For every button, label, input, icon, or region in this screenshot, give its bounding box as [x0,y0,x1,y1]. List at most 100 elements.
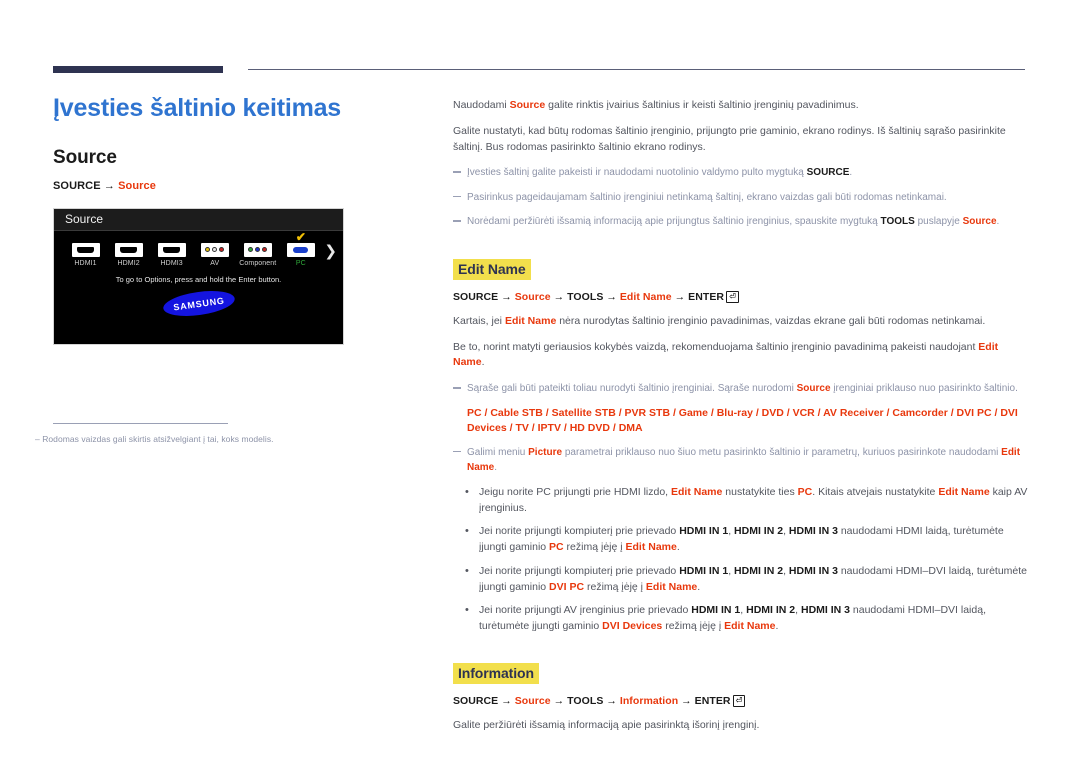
intro-note-2: Pasirinkus pageidaujamam šaltinio įrengi… [453,190,1028,206]
tv-source-item-hdmi1[interactable]: HDMI1 [64,234,107,267]
text-run: Galimi meniu [467,446,529,458]
enter-key-icon: ⏎ [732,694,746,707]
text-run: režimą įėję į [662,620,725,633]
menu-path-information: SOURCE → Source → TOOLS → Information → … [453,694,1028,707]
path-key: SOURCE [453,290,499,303]
tv-options-hint: To go to Options, press and hold the Ent… [115,274,282,284]
port-hdmi-in-3: HDMI IN 3 [788,564,838,577]
hdmi-port-icon [71,242,100,257]
text-run: Jei norite prijungti kompiuterį prie pri… [479,564,680,577]
text-run: . [481,356,485,369]
term-edit-name: Edit Name [938,485,990,498]
tv-source-label: HDMI2 [117,259,140,267]
tv-source-label: HDMI1 [74,259,97,267]
term-pc: PC [797,485,813,498]
path-arrow-icon: → [681,694,692,707]
text-run: . [676,541,680,554]
av-rca-icon [200,242,229,257]
tv-source-item-pc[interactable]: ✔ PC [279,229,322,267]
text-run: įrenginiai priklauso nuo pasirinkto šalt… [830,383,1018,394]
text-run: Įvesties šaltinį galite pakeisti ir naud… [467,167,807,179]
tv-source-label: HDMI3 [160,259,183,267]
port-hdmi-in-1: HDMI IN 1 [679,564,729,577]
port-hdmi-in-2: HDMI IN 2 [746,604,796,617]
path-arrow-icon: → [606,694,617,707]
samsung-logo: SAMSUNG [161,286,236,320]
footnote-text: Rodomas vaizdas gali skirtis atsižvelgia… [42,434,274,444]
tv-source-label: Component [239,259,277,267]
samsung-logo-text: SAMSUNG [172,294,225,312]
selected-checkmark-icon: ✔ [295,229,306,244]
path-target: Source [514,290,551,303]
information-paragraph-1: Galite peržiūrėti išsamią informaciją ap… [453,718,760,731]
port-hdmi-in-2: HDMI IN 2 [734,564,784,577]
text-run: Jei norite prijungti kompiuterį prie pri… [479,525,680,538]
path-arrow-icon: → [674,290,686,303]
port-hdmi-in-1: HDMI IN 1 [691,604,741,617]
intro-paragraph-2: Galite nustatyti, kad būtų rodomas šalti… [453,124,1006,153]
vga-port-icon [286,242,315,257]
text-run: . [996,216,1000,228]
text-run: Be to, norint matyti geriausios kokybės … [453,340,979,353]
path-arrow-icon: → [553,290,565,303]
term-pc: PC [549,541,564,554]
term-source: Source [509,99,546,111]
path-arrow-icon: → [103,179,115,192]
intro-paragraph-1: Naudodami Source galite rinktis įvairius… [453,98,1028,114]
chevron-right-icon[interactable]: ❯ [324,234,337,258]
text-run: nustatykite ties [722,485,798,498]
tv-menu-title: Source [65,211,104,226]
text-run: režimą įėję į [584,580,646,593]
list-item: Jei norite prijungti AV įrenginius prie … [453,602,1028,635]
list-item: Jei norite prijungti kompiuterį prie pri… [453,523,1028,556]
footnote-rule [53,423,228,424]
text-run: Jei norite prijungti AV įrenginius prie … [479,604,692,617]
term-edit-name: Edit Name [671,485,723,498]
path-arrow-icon: → [606,290,617,303]
intro-note-1: Įvesties šaltinį galite pakeisti ir naud… [453,165,1028,181]
text-run: galite rinktis įvairius šaltinius ir kei… [545,99,859,111]
path-target: Information [619,694,679,707]
tv-source-label: PC [295,259,306,267]
key-tools-button: TOOLS [880,216,915,228]
component-rca-icon [243,242,272,257]
footnote-dash-icon: – [35,434,40,444]
heading-information: Information [453,662,539,684]
path-key: TOOLS [567,290,604,303]
text-run: parametrai priklauso nuo šiuo metu pasir… [562,446,1002,458]
device-type-list: PC / Cable STB / Satellite STB / PVR STB… [467,406,1018,434]
text-run: Pasirinkus pageidaujamam šaltinio įrengi… [467,191,947,203]
text-run: . [697,580,701,593]
path-key: SOURCE [53,179,101,192]
edit-name-note-1: Sąraše gali būti pateikti toliau nurodyt… [453,381,1028,397]
tv-source-label: AV [210,259,220,267]
list-item: Jeigu norite PC prijungti prie HDMI lizd… [453,484,1028,517]
path-target: Source [514,694,551,707]
key-source-button: SOURCE [806,167,850,179]
path-key: SOURCE [453,694,499,707]
text-run: Naudodami [453,99,510,111]
list-item: Jei norite prijungti kompiuterį prie pri… [453,563,1028,596]
path-arrow-icon: → [553,694,565,707]
term-edit-name: Edit Name [645,580,698,593]
term-edit-name: Edit Name [625,541,677,554]
path-key: ENTER [694,694,731,707]
tv-source-item-av[interactable]: AV [193,234,236,267]
term-source: Source [962,216,997,228]
page-title: Įvesties šaltinio keitimas [53,94,342,122]
tv-source-item-hdmi3[interactable]: HDMI3 [150,234,193,267]
left-column: Įvesties šaltinio keitimas Source SOURCE… [53,94,413,345]
tv-source-item-component[interactable]: Component [236,234,279,267]
menu-path-edit-name: SOURCE → Source → TOOLS → Edit Name → EN… [453,290,1028,303]
text-run: režimą įėję į [563,541,626,554]
edit-name-paragraph-1: Kartais, jei Edit Name nėra nurodytas ša… [453,314,1028,330]
text-run: . [775,620,779,633]
intro-note-3: Norėdami peržiūrėti išsamią informaciją … [453,214,1028,230]
tv-source-item-hdmi2[interactable]: HDMI2 [107,234,150,267]
header-accent-bar [53,66,223,73]
port-hdmi-in-2: HDMI IN 2 [734,525,784,538]
section-title-source: Source [53,146,117,168]
path-target: Source [118,179,156,192]
right-column: Naudodami Source galite rinktis įvairius… [453,98,1028,744]
path-arrow-icon: → [501,290,512,303]
